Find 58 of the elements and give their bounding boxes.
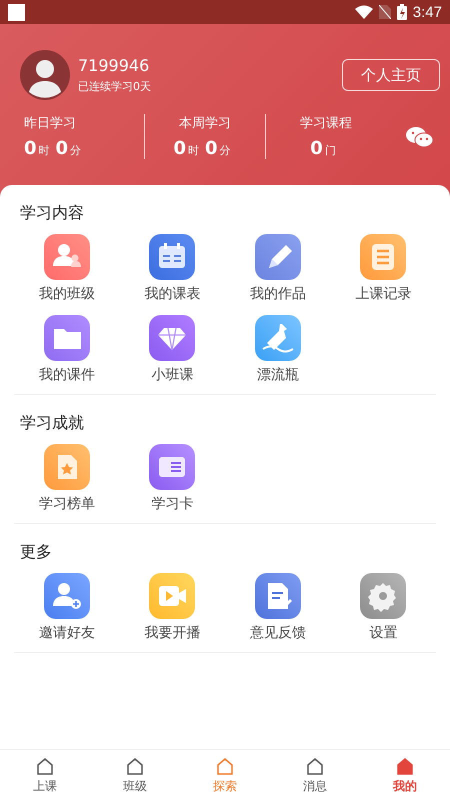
menu-item-label[interactable]: 设置 xyxy=(369,624,398,642)
notebook-icon[interactable] xyxy=(360,234,406,280)
tab-button[interactable]: 班级 xyxy=(90,750,180,800)
menu-item-label[interactable]: 漂流瓶 xyxy=(256,366,299,384)
menu-item-label[interactable]: 我的课表 xyxy=(144,285,200,303)
stat-value: 0 xyxy=(205,138,218,159)
menu-item-label[interactable]: 我的班级 xyxy=(38,285,95,303)
menu-item-label[interactable]: 小班课 xyxy=(151,366,194,384)
invite-icon[interactable] xyxy=(44,573,90,619)
stat-value: 0 xyxy=(24,138,37,159)
user-id: 7199946 xyxy=(78,56,150,75)
menu-item-label[interactable]: 我的课件 xyxy=(38,366,95,384)
house-icon xyxy=(125,756,145,776)
calendar-icon[interactable] xyxy=(149,234,196,280)
starpage-icon[interactable] xyxy=(44,444,90,490)
section-title: 更多 xyxy=(20,542,53,563)
stat-label: 本周学习 xyxy=(179,115,231,132)
settings-icon[interactable] xyxy=(360,573,406,619)
profile-home-button[interactable]: 个人主页 xyxy=(342,59,440,91)
house-icon xyxy=(35,756,55,776)
menu-item-label[interactable]: 意见反馈 xyxy=(250,624,306,642)
stat-unit: 门 xyxy=(324,143,336,158)
section-title: 学习成就 xyxy=(20,413,85,434)
wechat-icon[interactable] xyxy=(406,126,434,148)
stat-label: 学习课程 xyxy=(300,115,352,132)
menu-item-label[interactable]: 学习榜单 xyxy=(38,495,95,513)
card-icon[interactable] xyxy=(149,444,196,490)
pencil-icon[interactable] xyxy=(254,234,301,280)
menu-item-label[interactable]: 邀请好友 xyxy=(38,624,95,642)
menu-item-label[interactable]: 我要开播 xyxy=(144,624,200,642)
menu-item-label[interactable]: 学习卡 xyxy=(151,495,194,513)
stat-value: 0 xyxy=(310,138,323,159)
stat-unit: 时 xyxy=(188,143,199,158)
stat-unit: 时 xyxy=(38,143,50,158)
stat-label: 昨日学习 xyxy=(24,115,77,132)
stat-value: 0 xyxy=(173,138,186,159)
wifi-icon xyxy=(354,5,373,19)
stat-unit: 分 xyxy=(70,143,82,158)
feedback-icon[interactable] xyxy=(254,573,301,619)
tab-button[interactable]: 上课 xyxy=(0,750,90,800)
menu-item-label[interactable]: 我的作品 xyxy=(250,285,306,303)
study-streak: 已连续学习0天 xyxy=(78,79,151,94)
house-icon xyxy=(215,756,235,776)
house-icon xyxy=(305,756,325,776)
battery-icon xyxy=(396,4,407,20)
tab-button[interactable]: 消息 xyxy=(270,750,360,800)
notification-icon xyxy=(8,4,25,20)
no-sim-icon xyxy=(378,5,391,19)
house-icon xyxy=(395,756,415,776)
tab-button[interactable]: 我的 xyxy=(360,750,450,800)
section-title: 学习内容 xyxy=(20,203,85,224)
clock-time: 3:47 xyxy=(412,4,442,20)
avatar-icon[interactable] xyxy=(20,50,70,100)
class-icon[interactable] xyxy=(44,234,90,280)
stat-value: 0 xyxy=(56,138,68,159)
folder-icon[interactable] xyxy=(44,315,90,361)
menu-item-label[interactable]: 上课记录 xyxy=(355,285,412,303)
stat-unit: 分 xyxy=(220,143,231,158)
